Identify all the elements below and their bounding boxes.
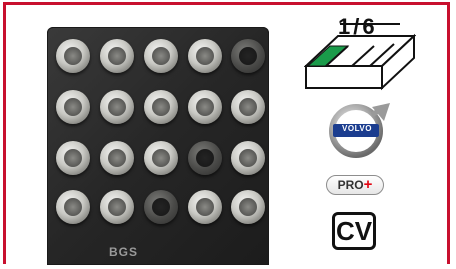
socket-2-3: [144, 90, 178, 124]
socket-3-1: [56, 141, 90, 175]
socket-2-2: [100, 90, 134, 124]
tray-logo: BGS: [109, 245, 139, 259]
socket-4-5: [231, 190, 265, 224]
socket-4-4: [188, 190, 222, 224]
pro-label: PRO: [337, 178, 364, 192]
socket-1-2: [100, 39, 134, 73]
socket-4-1: [56, 190, 90, 224]
socket-1-3: [144, 39, 178, 73]
drive-size-label: 1/6: [338, 14, 378, 39]
socket-3-3: [144, 141, 178, 175]
pro-plus-badge: PRO+: [326, 175, 384, 195]
cv-badge: CV: [332, 212, 376, 250]
socket-3-5: [231, 141, 265, 175]
volvo-brand-text: VOLVO: [342, 124, 372, 133]
socket-1-4: [188, 39, 222, 73]
socket-1-5: [231, 39, 265, 73]
pro-plus-symbol: +: [363, 176, 373, 193]
socket-1-1: [56, 39, 90, 73]
socket-3-4: [188, 141, 222, 175]
socket-2-1: [56, 90, 90, 124]
socket-4-2: [100, 190, 134, 224]
socket-tray: BGS: [47, 27, 269, 265]
socket-4-3: [144, 190, 178, 224]
socket-2-4: [188, 90, 222, 124]
socket-2-5: [231, 90, 265, 124]
socket-3-2: [100, 141, 134, 175]
